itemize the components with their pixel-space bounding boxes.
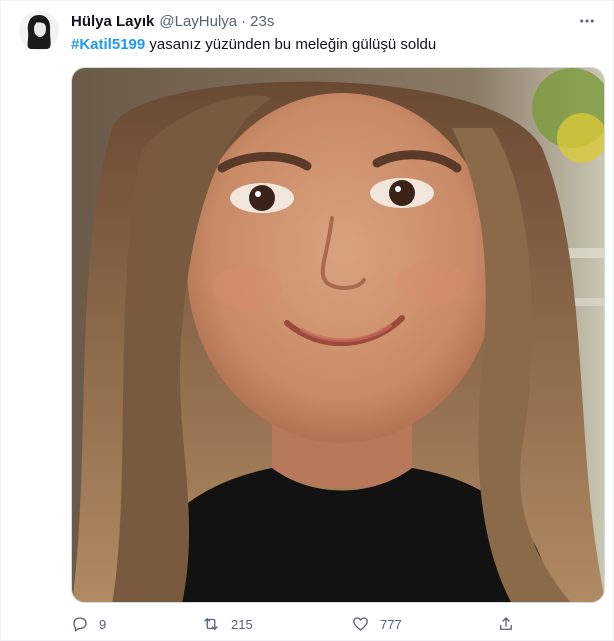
tweet-header: Hülya Layık @LayHulya · 23s — [71, 11, 274, 31]
retweet-button[interactable]: 215 — [201, 615, 253, 633]
reply-button[interactable]: 9 — [71, 615, 106, 633]
hashtag-link[interactable]: #Katil5199 — [71, 36, 145, 53]
avatar-image — [19, 11, 59, 51]
retweet-count: 215 — [231, 616, 253, 632]
author-handle[interactable]: @LayHulya — [159, 13, 237, 30]
like-count: 777 — [380, 616, 402, 632]
like-button[interactable]: 777 — [351, 615, 402, 633]
avatar[interactable] — [19, 11, 59, 51]
reply-icon — [71, 615, 89, 633]
photo-girl-smiling — [72, 68, 604, 602]
tweet-actions: 9 215 777 — [71, 613, 541, 635]
tweet-card[interactable]: Hülya Layık @LayHulya · 23s #Katil5199 y… — [0, 0, 614, 641]
timestamp[interactable]: 23s — [250, 13, 274, 30]
author-name[interactable]: Hülya Layık — [71, 13, 154, 30]
reply-count: 9 — [99, 616, 107, 632]
tweet-text: #Katil5199 yasanız yüzünden bu meleğin g… — [71, 35, 436, 55]
more-button[interactable] — [575, 9, 599, 33]
tweet-media[interactable] — [71, 67, 605, 603]
more-icon — [578, 12, 596, 30]
heart-icon — [351, 615, 370, 633]
share-button[interactable] — [497, 615, 515, 633]
share-icon — [497, 615, 515, 633]
tweet-body: yasanız yüzünden bu meleğin gülüşü soldu — [145, 36, 437, 53]
retweet-icon — [201, 615, 221, 633]
separator-dot: · — [241, 12, 247, 30]
